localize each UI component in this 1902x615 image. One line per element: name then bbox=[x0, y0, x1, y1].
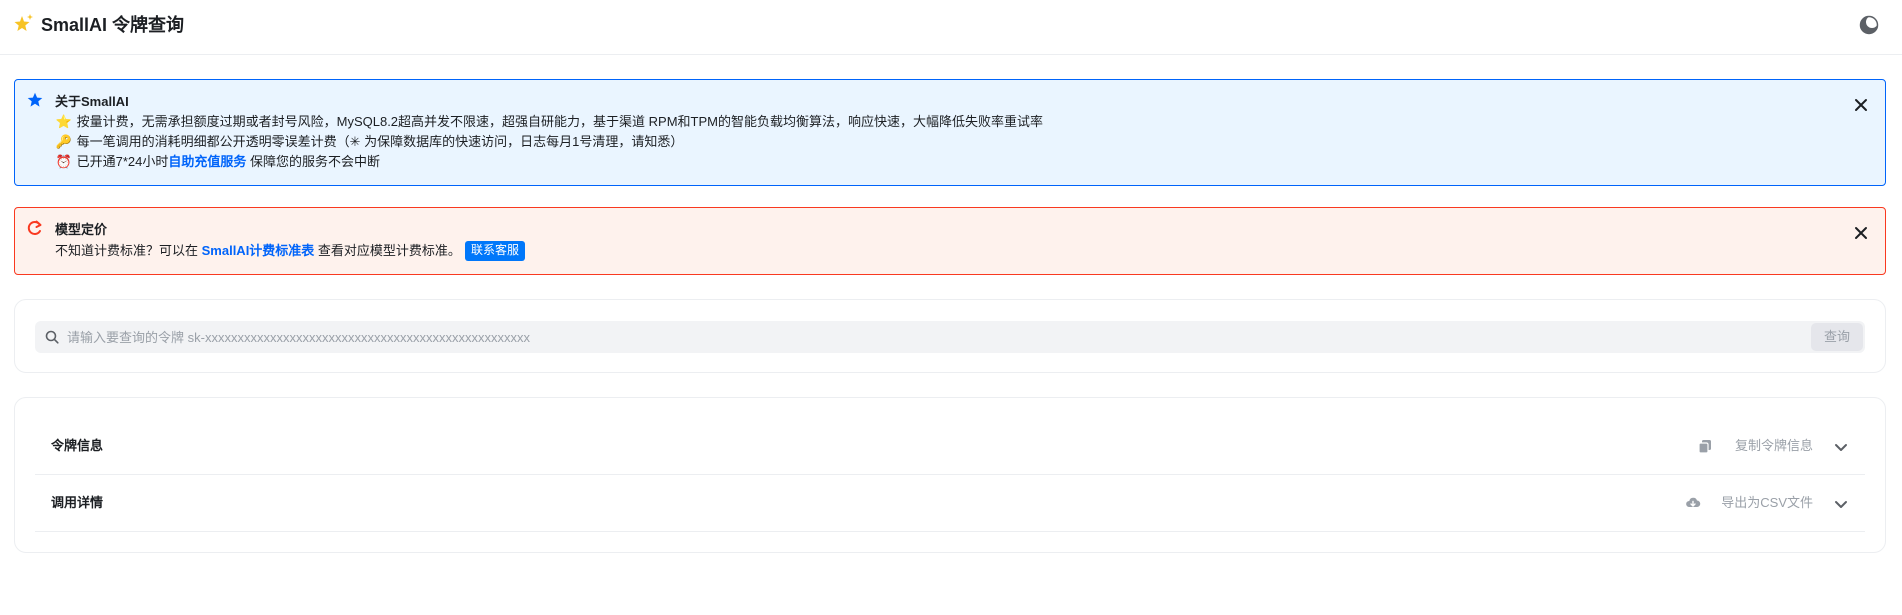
about-banner: 关于SmallAI ⭐ 按量计费，无需承担额度过期或者封号风险，MySQL8.2… bbox=[14, 79, 1886, 186]
token-details-card: 令牌信息 复制令牌信息 调用详情 导出为CSV文件 bbox=[14, 397, 1886, 553]
key-emoji-icon: 🔑 bbox=[55, 134, 73, 149]
close-icon[interactable] bbox=[1853, 97, 1869, 113]
app-title: SmallAI 令牌查询 bbox=[41, 15, 185, 35]
about-line-transparency: 🔑 每一笔调用的消耗明细都公开透明零误差计费（✳ 为保障数据库的快速访问，日志每… bbox=[55, 134, 684, 149]
theme-toggle-icon[interactable] bbox=[1859, 15, 1879, 35]
pricing-text: 不知道计费标准？可以在 SmallAI计费标准表 查看对应模型计费标准。 联系客服 bbox=[55, 241, 525, 261]
close-icon[interactable] bbox=[1853, 225, 1869, 241]
token-search-card: 查询 bbox=[14, 299, 1886, 373]
query-button[interactable]: 查询 bbox=[1811, 323, 1863, 351]
about-line-billing: ⭐ 按量计费，无需承担额度过期或者封号风险，MySQL8.2超高并发不限速，超强… bbox=[55, 114, 1043, 129]
token-search-input[interactable] bbox=[67, 321, 1767, 353]
chevron-down-icon[interactable] bbox=[1833, 496, 1849, 512]
pricing-table-link[interactable]: SmallAI计费标准表 bbox=[202, 243, 315, 258]
redirect-arrow-icon bbox=[27, 220, 42, 235]
cloud-download-icon[interactable] bbox=[1685, 495, 1701, 511]
about-line-recharge: ⏰ 已开通7*24小时自助充值服务 保障您的服务不会中断 bbox=[55, 154, 381, 169]
call-details-section[interactable]: 调用详情 导出为CSV文件 bbox=[35, 475, 1865, 532]
star-emoji-icon: ⭐ bbox=[55, 114, 73, 129]
section-title: 令牌信息 bbox=[51, 438, 104, 453]
star-icon bbox=[27, 92, 43, 107]
copy-icon[interactable] bbox=[1697, 438, 1713, 454]
token-info-section[interactable]: 令牌信息 复制令牌信息 bbox=[35, 418, 1865, 475]
search-box: 查询 bbox=[35, 321, 1865, 353]
section-title: 调用详情 bbox=[51, 495, 104, 510]
contact-support-button[interactable]: 联系客服 bbox=[464, 241, 525, 261]
chevron-down-icon[interactable] bbox=[1833, 439, 1849, 455]
export-csv-button[interactable]: 导出为CSV文件 bbox=[1721, 494, 1813, 512]
about-title: 关于SmallAI bbox=[55, 94, 129, 109]
top-header: SmallAI 令牌查询 bbox=[0, 0, 1902, 55]
pricing-banner: 模型定价 不知道计费标准？可以在 SmallAI计费标准表 查看对应模型计费标准… bbox=[14, 207, 1886, 275]
copy-token-info-button[interactable]: 复制令牌信息 bbox=[1735, 437, 1813, 455]
pricing-title: 模型定价 bbox=[55, 222, 108, 237]
search-icon bbox=[45, 330, 59, 344]
self-recharge-link[interactable]: 自助充值服务 bbox=[168, 154, 246, 169]
alarm-clock-emoji-icon: ⏰ bbox=[55, 154, 73, 169]
sparkle-star-icon bbox=[14, 14, 33, 31]
